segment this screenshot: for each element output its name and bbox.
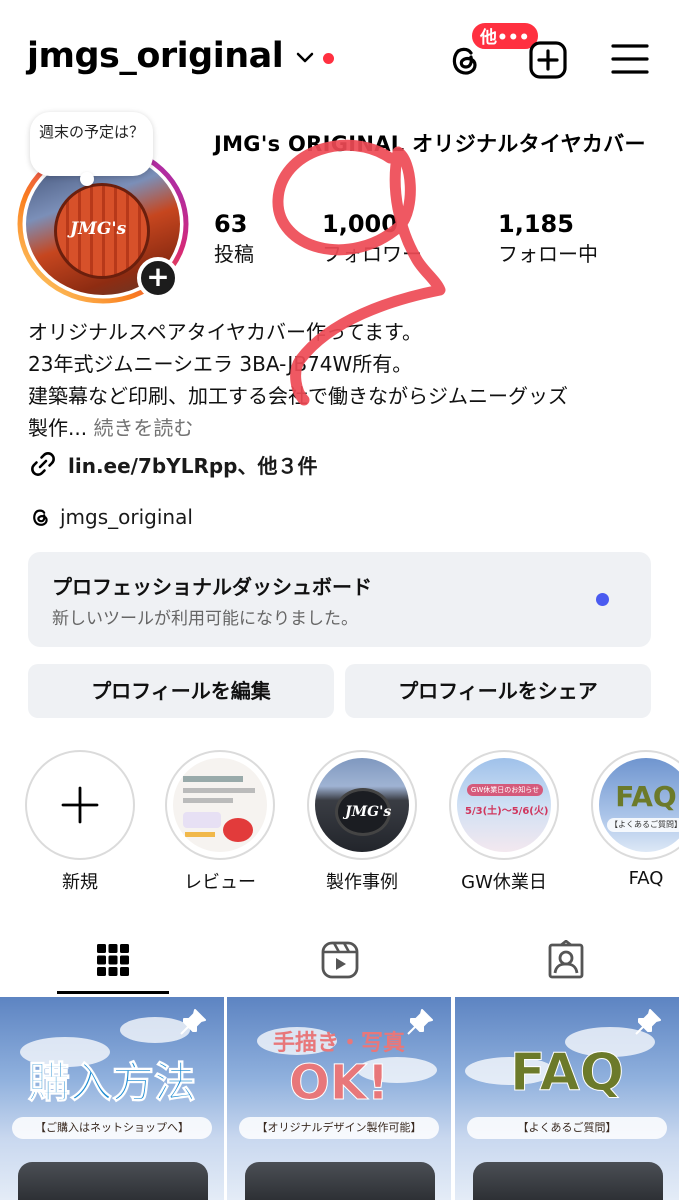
post-tile[interactable]: 購入方法 【ご購入はネットショップへ】 xyxy=(0,997,224,1200)
highlight-circle: JMG's xyxy=(307,750,417,860)
share-profile-button[interactable]: プロフィールをシェア xyxy=(345,664,651,718)
highlight-label: 製作事例 xyxy=(326,872,398,893)
profile-header: jmgs_original 他••• xyxy=(0,0,679,115)
car-image xyxy=(245,1162,435,1200)
bio-line: オリジナルスペアタイヤカバー作ってます。 xyxy=(28,320,422,344)
bio-line: 製作... 続きを読む xyxy=(28,412,668,444)
tab-tagged[interactable] xyxy=(536,936,596,984)
bio-line: 23年式ジムニーシエラ 3BA-JB74W所有。 xyxy=(28,352,413,376)
note-bubble[interactable]: 週末の予定は？ xyxy=(30,112,153,186)
post-title: OK! xyxy=(289,1055,390,1112)
highlight-label: FAQ xyxy=(628,868,664,889)
stat-following-value: 1,185 xyxy=(498,210,574,238)
bio-link[interactable]: lin.ee/7bYLRpp、他３件 xyxy=(28,448,317,480)
pin-icon xyxy=(635,1009,661,1035)
highlight-gw-holiday[interactable]: GW休業日のお知らせ 5/3(土)〜5/6(火) GW休業日 xyxy=(449,750,559,894)
post-subtitle: 【よくあるご質問】 xyxy=(467,1117,667,1139)
highlight-works[interactable]: JMG's 製作事例 xyxy=(307,750,417,894)
highlight-new[interactable]: 新規 xyxy=(25,750,135,894)
highlight-circle: FAQ 【よくあるご質問】 xyxy=(591,750,679,860)
dashboard-title: プロフェッショナルダッシュボード xyxy=(52,575,372,599)
tab-posts-grid[interactable] xyxy=(83,936,143,984)
car-image xyxy=(18,1162,208,1200)
highlight-review[interactable]: レビュー xyxy=(165,750,275,894)
dashboard-subtitle: 新しいツールが利用可能になりました。 xyxy=(52,609,358,629)
bio-line: 建築幕など印刷、加工する会社で働きながらジムニーグッズ xyxy=(28,384,568,408)
post-tile[interactable]: 手描き・写真 OK! 【オリジナルデザイン製作可能】 xyxy=(227,997,451,1200)
tab-reels[interactable] xyxy=(310,936,370,984)
bio: オリジナルスペアタイヤカバー作ってます。 23年式ジムニーシエラ 3BA-JB7… xyxy=(28,316,668,444)
add-content-icon[interactable] xyxy=(528,40,568,80)
plus-icon xyxy=(61,786,99,824)
highlight-review-thumb xyxy=(173,758,267,852)
highlight-circle: GW休業日のお知らせ 5/3(土)〜5/6(火) xyxy=(449,750,559,860)
highlight-label: GW休業日 xyxy=(461,872,547,893)
stat-followers[interactable]: 1,000 フォロワー xyxy=(322,209,422,269)
link-icon xyxy=(31,452,55,476)
add-story-button[interactable]: + xyxy=(137,257,179,299)
gw-dates: 5/3(土)〜5/6(火) xyxy=(465,806,549,817)
post-subtitle: 【ご購入はネットショップへ】 xyxy=(12,1117,212,1139)
highlight-label: 新規 xyxy=(62,872,98,893)
tagged-icon xyxy=(548,940,584,979)
threads-profile-link[interactable]: jmgs_original xyxy=(28,502,193,532)
faq-art-text: FAQ xyxy=(615,780,677,813)
grid-icon xyxy=(97,944,129,976)
threads-icon xyxy=(33,509,48,526)
highlight-circle xyxy=(25,750,135,860)
dashboard-new-dot xyxy=(596,593,609,606)
faq-art-sub: 【よくあるご質問】 xyxy=(607,818,679,832)
highlight-gw-thumb: GW休業日のお知らせ 5/3(土)〜5/6(火) xyxy=(457,758,551,852)
highlight-works-thumb: JMG's xyxy=(315,758,409,852)
stat-posts[interactable]: 63 投稿 xyxy=(214,209,254,269)
stat-followers-value: 1,000 xyxy=(322,210,398,238)
unread-dot xyxy=(323,53,334,64)
stat-posts-value: 63 xyxy=(214,210,248,238)
professional-dashboard[interactable]: プロフェッショナルダッシュボード 新しいツールが利用可能になりました。 xyxy=(28,552,651,647)
display-name: JMG's ORIGINAL オリジナルタイヤカバー xyxy=(214,132,646,156)
highlight-faq[interactable]: FAQ 【よくあるご質問】 FAQ xyxy=(591,750,679,889)
active-tab-indicator xyxy=(57,991,169,994)
post-title: 購入方法 xyxy=(27,1058,196,1108)
highlight-faq-thumb: FAQ 【よくあるご質問】 xyxy=(599,758,679,852)
hamburger-menu-icon[interactable] xyxy=(611,42,649,76)
post-title: FAQ xyxy=(509,1043,624,1104)
gw-title: GW休業日のお知らせ xyxy=(467,784,543,796)
pin-icon xyxy=(180,1009,206,1035)
highlight-label: レビュー xyxy=(184,872,256,893)
stat-followers-label: フォロワー xyxy=(322,242,422,266)
bio-link-text: lin.ee/7bYLRpp、他３件 xyxy=(68,453,318,478)
jmgs-logo: JMG's xyxy=(345,804,392,820)
threads-handle: jmgs_original xyxy=(60,505,193,529)
post-title-top: 手描き・写真 xyxy=(272,1031,405,1056)
stat-following[interactable]: 1,185 フォロー中 xyxy=(498,209,598,269)
edit-profile-button[interactable]: プロフィールを編集 xyxy=(28,664,334,718)
bio-last: 製作... xyxy=(28,416,88,440)
highlight-circle xyxy=(165,750,275,860)
stat-following-label: フォロー中 xyxy=(498,242,598,266)
avatar-logo: JMG's xyxy=(70,219,127,239)
read-more-link[interactable]: 続きを読む xyxy=(93,416,193,440)
car-image xyxy=(473,1162,663,1200)
post-tile[interactable]: FAQ 【よくあるご質問】 xyxy=(455,997,679,1200)
reels-icon xyxy=(321,941,359,979)
chevron-down-icon[interactable] xyxy=(296,51,314,65)
post-subtitle: 【オリジナルデザイン製作可能】 xyxy=(239,1117,439,1139)
stat-posts-label: 投稿 xyxy=(214,242,254,266)
username-title[interactable]: jmgs_original xyxy=(27,36,284,76)
